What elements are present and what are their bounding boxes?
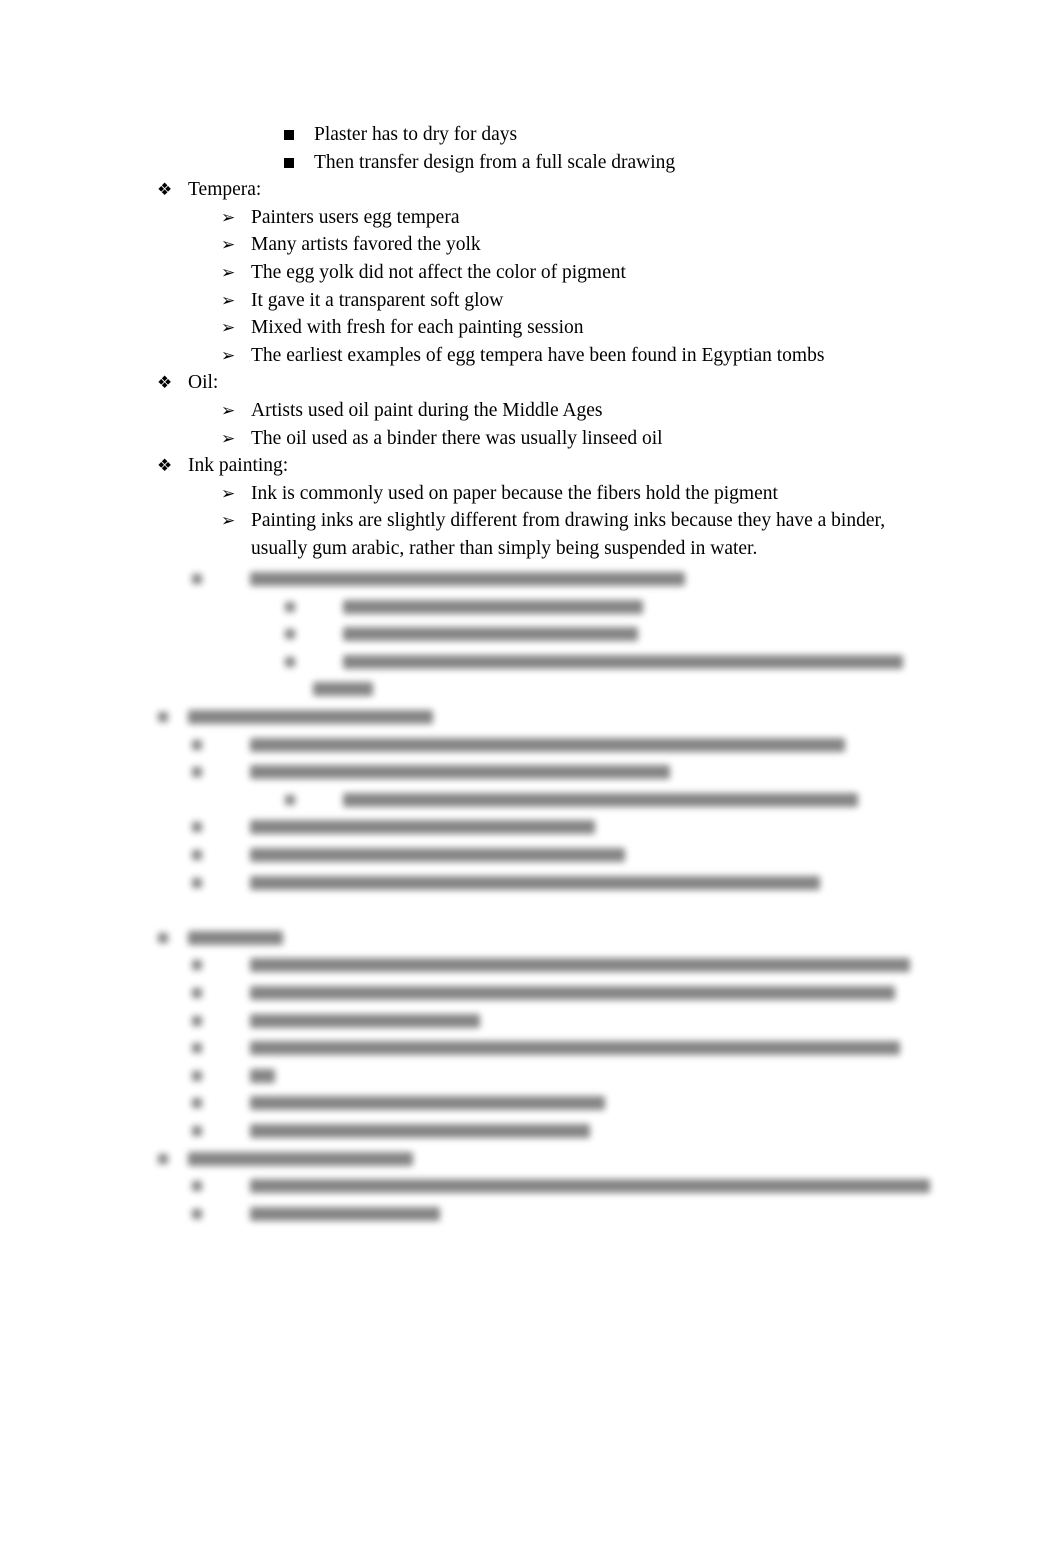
arrow-bullet-icon: ➢	[221, 318, 236, 338]
list-item: The oil used as a binder there was usual…	[251, 427, 663, 449]
document-page: Plaster has to dry for days Then transfer…	[0, 0, 1062, 1561]
blurred-bullet-icon	[192, 988, 202, 998]
blurred-bullet-icon	[158, 932, 168, 943]
list-item: Mixed with fresh for each painting sessi…	[251, 317, 584, 339]
blurred-text-line	[250, 1013, 480, 1028]
blurred-text-line	[250, 1068, 275, 1083]
blurred-text-line	[250, 958, 910, 973]
square-bullet-icon	[284, 149, 294, 177]
list-item: Painters users egg tempera	[251, 206, 460, 228]
blurred-text-line	[250, 1096, 605, 1111]
list-item: Ink is commonly used on paper because th…	[251, 482, 778, 504]
blurred-text-line	[250, 820, 595, 835]
blurred-bullet-icon	[285, 601, 295, 612]
list-item: Many artists favored the yolk	[251, 234, 481, 256]
list-item: Painting inks are slightly different fro…	[251, 510, 886, 532]
arrow-bullet-icon: ➢	[221, 401, 236, 420]
blurred-bullet-icon	[192, 1070, 202, 1081]
blurred-bullet-icon	[192, 1043, 202, 1054]
list-item: Artists used oil paint during the Middle…	[251, 400, 603, 421]
arrow-bullet-icon: ➢	[221, 235, 236, 255]
square-bullet-shape	[284, 130, 294, 140]
blurred-bullet-icon	[285, 629, 295, 640]
list-item: The earliest examples of egg tempera hav…	[251, 344, 825, 366]
blurred-text-line	[343, 599, 643, 614]
blurred-text-line	[250, 1206, 440, 1221]
blurred-bullet-icon	[158, 712, 168, 722]
diamond-bullet-icon: ❖	[157, 456, 173, 476]
blurred-text-line	[188, 1151, 413, 1166]
blurred-text-line	[250, 572, 685, 586]
diamond-bullet-icon: ❖	[157, 373, 173, 393]
blurred-text-line	[188, 930, 283, 945]
arrow-bullet-icon: ➢	[221, 345, 236, 365]
blurred-text-line	[343, 792, 858, 807]
blurred-bullet-icon	[158, 1153, 168, 1164]
arrow-bullet-icon: ➢	[221, 290, 236, 310]
blurred-text-line	[188, 710, 433, 724]
list-item: Plaster has to dry for days	[314, 124, 518, 145]
blurred-bullet-icon	[192, 1181, 202, 1192]
section-heading: Tempera:	[188, 179, 262, 201]
blurred-bullet-icon	[192, 739, 202, 750]
blurred-bullet-icon	[192, 767, 202, 778]
blurred-text-line	[250, 848, 625, 862]
diamond-bullet-icon: ❖	[157, 180, 173, 200]
blurred-text-line	[250, 1179, 930, 1194]
list-item: usually gum arabic, rather than simply b…	[251, 538, 758, 559]
blurred-text-line	[250, 765, 670, 780]
blurred-bullet-icon	[285, 794, 295, 805]
blurred-bullet-icon	[192, 850, 202, 860]
blurred-bullet-icon	[285, 656, 295, 667]
arrow-bullet-icon: ➢	[221, 428, 236, 448]
arrow-bullet-icon: ➢	[221, 263, 236, 282]
blurred-text-line	[250, 1124, 590, 1138]
blurred-text-line	[250, 1041, 900, 1056]
blurred-text-line	[343, 627, 638, 642]
list-item: The egg yolk did not affect the color of…	[251, 262, 626, 283]
blurred-bullet-icon	[192, 1126, 202, 1136]
arrow-bullet-icon: ➢	[221, 511, 236, 531]
square-bullet-shape	[284, 157, 294, 168]
blurred-text-line	[250, 875, 820, 890]
section-heading: Oil:	[188, 372, 219, 394]
list-item: Then transfer design from a full scale d…	[314, 151, 676, 173]
blurred-bullet-icon	[192, 822, 202, 833]
arrow-bullet-icon: ➢	[221, 207, 236, 227]
arrow-bullet-icon: ➢	[221, 483, 236, 503]
blurred-bullet-icon	[192, 960, 202, 971]
blurred-bullet-icon	[192, 1015, 202, 1026]
section-heading: Ink painting:	[188, 455, 289, 477]
blurred-text-line	[250, 737, 845, 752]
blurred-text-line	[343, 654, 903, 669]
blurred-text-line	[313, 682, 373, 697]
blurred-bullet-icon	[192, 877, 202, 888]
list-item: It gave it a transparent soft glow	[251, 289, 504, 311]
blurred-content-region	[150, 566, 950, 1236]
blurred-bullet-icon	[192, 1098, 202, 1109]
blurred-text-line	[250, 986, 895, 1000]
blurred-bullet-icon	[192, 574, 202, 584]
square-bullet-icon	[284, 121, 294, 149]
blurred-bullet-icon	[192, 1208, 202, 1219]
